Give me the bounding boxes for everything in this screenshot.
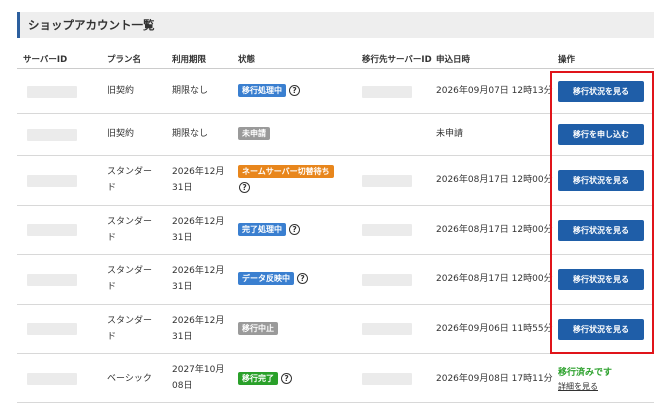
applied-cell: 未申請 [436,129,464,139]
target-server-placeholder [362,175,412,187]
status-badge: 未申請 [238,127,270,140]
question-circle-icon[interactable]: ? [281,373,292,384]
period-line-2: 31日 [172,183,193,193]
plan-line-1: スタンダー [107,167,153,177]
server-id-placeholder [27,323,77,335]
plan-line-1: スタンダー [107,316,153,326]
period-cell: 2026年12月 31日 [172,164,224,196]
status-badge: ネームサーバー切替待ち [238,165,334,178]
target-server-placeholder [362,323,412,335]
col-header-applied: 申込日時 [436,55,471,65]
status-cell: 未申請 [238,126,270,142]
period-line-2: 31日 [172,282,193,292]
col-header-action: 操作 [558,55,576,65]
period-cell: 2027年10月 08日 [172,362,224,394]
status-cell: ネームサーバー切替待ち ? [238,165,334,195]
period-line-2: 08日 [172,381,193,391]
view-details-link[interactable]: 詳細を見る [558,381,598,392]
applied-cell: 2026年09月06日 11時55分 [436,324,553,334]
plan-line-1: スタンダー [107,217,153,227]
period-cell: 2026年12月 31日 [172,263,224,295]
plan-line-2: ド [107,332,117,342]
plan-cell: スタンダー ド [107,214,152,246]
section-title: ショップアカウント一覧 [17,12,654,38]
period-line-1: 2026年12月 [172,316,225,326]
status-badge: 移行処理中 [238,84,286,97]
status-cell: 移行処理中? [238,83,300,99]
action-column-highlight [550,71,654,354]
col-header-status: 状態 [238,55,256,65]
plan-cell: スタンダー ド [107,313,152,345]
target-server-placeholder [362,274,412,286]
target-server-placeholder [362,86,412,98]
period-cell: 期限なし [172,86,209,96]
applied-cell: 2026年08月17日 12時00分 [436,225,553,235]
period-cell: 2026年12月 31日 [172,313,224,345]
status-badge: 移行中止 [238,322,278,335]
migrated-label: 移行済みです [558,368,613,378]
status-badge: 移行完了 [238,372,278,385]
plan-line-1: スタンダー [107,266,153,276]
period-line-2: 31日 [172,233,193,243]
period-line-1: 2026年12月 [172,217,225,227]
plan-cell: スタンダー ド [107,164,152,196]
col-header-server-id: サーバーID [23,55,68,65]
period-line-1: 2026年12月 [172,167,225,177]
question-circle-icon[interactable]: ? [289,224,300,235]
col-header-plan: プラン名 [107,55,142,65]
period-cell: 2026年12月 31日 [172,214,224,246]
plan-line-2: ド [107,183,117,193]
period-cell: 期限なし [172,129,209,139]
plan-cell: スタンダー ド [107,263,152,295]
question-circle-icon[interactable]: ? [297,273,308,284]
table-row: ベーシック 2027年10月 08日 移行完了? 2026年09月08日 17時… [17,354,654,403]
server-id-placeholder [27,86,77,98]
applied-cell: 2026年08月17日 12時00分 [436,274,553,284]
plan-cell: 旧契約 [107,86,135,96]
server-id-placeholder [27,373,77,385]
server-id-placeholder [27,224,77,236]
plan-cell: ベーシック [107,374,152,384]
question-circle-icon[interactable]: ? [239,182,250,193]
plan-line-2: ド [107,282,117,292]
target-server-placeholder [362,373,412,385]
period-line-2: 31日 [172,332,193,342]
status-badge: データ反映中 [238,272,294,285]
status-cell: 移行完了? [238,371,292,387]
col-header-period: 利用期限 [172,55,207,65]
question-circle-icon[interactable]: ? [289,85,300,96]
server-id-placeholder [27,175,77,187]
server-id-placeholder [27,129,77,141]
target-server-placeholder [362,224,412,236]
server-id-placeholder [27,274,77,286]
applied-cell: 2026年09月07日 12時13分 [436,86,553,96]
status-cell: 移行中止 [238,321,278,337]
period-line-1: 2026年12月 [172,266,225,276]
applied-cell: 2026年09月08日 17時11分 [436,374,553,384]
period-line-1: 2027年10月 [172,365,225,375]
col-header-target-server: 移行先サーバーID [362,55,432,65]
status-cell: 完了処理中? [238,222,300,238]
status-badge: 完了処理中 [238,223,286,236]
applied-cell: 2026年08月17日 12時00分 [436,175,553,185]
status-cell: データ反映中? [238,271,308,287]
plan-cell: 旧契約 [107,129,135,139]
plan-line-2: ド [107,233,117,243]
